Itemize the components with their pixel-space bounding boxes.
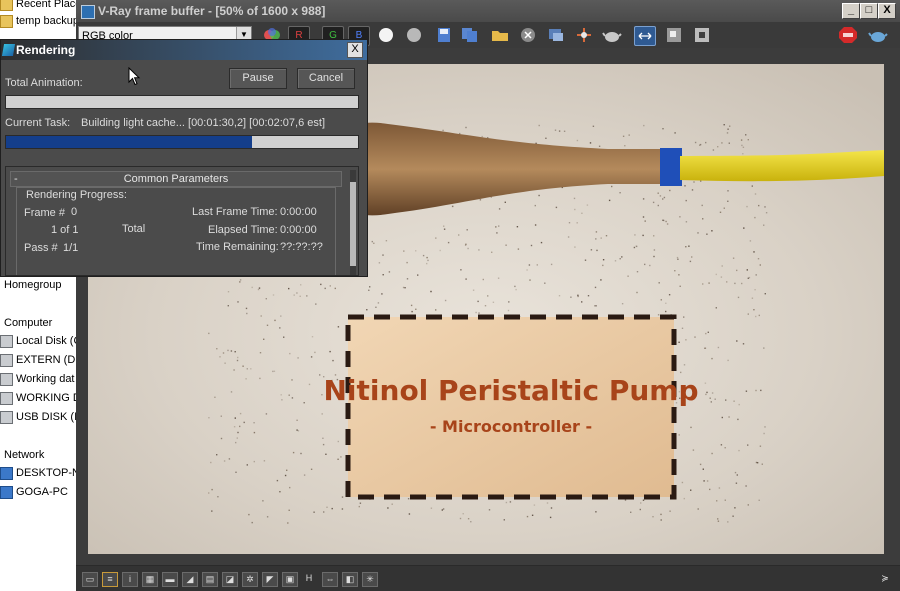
frame-label: Frame #	[24, 207, 65, 219]
task-progress-fill	[6, 136, 253, 148]
drive-icon	[0, 391, 13, 405]
nav-item-network-pc[interactable]: DESKTOP-N	[0, 465, 76, 482]
total-animation-progress	[5, 95, 359, 109]
nav-item-homegroup[interactable]: Homegroup	[4, 277, 61, 294]
nav-item-computer[interactable]: Computer	[4, 315, 52, 332]
rollout-title: Common Parameters	[123, 173, 229, 185]
expand-icon[interactable]: ≽	[878, 572, 892, 585]
sign-title: Nitinol Peristaltic Pump	[324, 374, 699, 407]
nav-item-drive[interactable]: Local Disk (C	[0, 333, 76, 350]
vfb-status-bar: ▭ ≡ i ▦ ▬ ◢ ▤ ◪ ✲ ◤ ▣ H ⇔ ◧ ✳ ≽	[76, 565, 900, 591]
maximize-button[interactable]: □	[860, 3, 878, 19]
nav-item-drive[interactable]: USB DISK (I:	[0, 409, 76, 426]
folder-icon	[0, 0, 13, 11]
time-remaining-label: Time Remaining:	[196, 241, 279, 253]
save-icon[interactable]	[434, 26, 454, 44]
track-mouse-icon[interactable]	[574, 26, 594, 44]
exposure-icon[interactable]: ▤	[202, 572, 218, 587]
vray-app-icon	[81, 5, 95, 19]
frame-value: 0	[71, 206, 78, 218]
dialog-title: Rendering	[16, 43, 76, 57]
render-last-teapot-icon[interactable]	[602, 26, 622, 44]
render-teapot-icon[interactable]	[868, 26, 888, 44]
elapsed-time-value: 0:00:00	[280, 224, 317, 236]
display-icon[interactable]: ▭	[82, 572, 98, 587]
curves-icon[interactable]: ◢	[182, 572, 198, 587]
mouse-cursor-icon	[128, 67, 141, 86]
nav-item-network-pc[interactable]: GOGA-PC	[0, 484, 68, 501]
rollout-scrollbar[interactable]	[350, 170, 356, 275]
stop-render-icon[interactable]	[838, 26, 858, 44]
last-frame-time-label: Last Frame Time:	[192, 206, 278, 218]
save-all-icon[interactable]	[460, 26, 480, 44]
nav-item-temp-backup[interactable]: temp backup	[0, 13, 76, 30]
history-icon[interactable]: ≡	[102, 572, 118, 587]
collapse-toggle[interactable]: -	[14, 172, 18, 186]
time-remaining-value: ??:??:??	[280, 241, 323, 253]
drive-icon	[0, 334, 13, 348]
rollout-header[interactable]: - Common Parameters	[10, 171, 342, 187]
gray-circle-icon[interactable]	[404, 26, 424, 44]
rendering-progress-label: Rendering Progress:	[26, 189, 127, 201]
usb-drive-icon	[0, 410, 13, 424]
scrollbar-thumb[interactable]	[350, 182, 356, 266]
vfb-title-bar[interactable]: V-Ray frame buffer - [50% of 1600 x 988]…	[76, 0, 900, 22]
white-circle-icon[interactable]	[376, 26, 396, 44]
settings-icon[interactable]: ✲	[242, 572, 258, 587]
hsv-button[interactable]: H	[302, 572, 316, 585]
nav-item-drive[interactable]: WORKING D	[0, 390, 76, 407]
rendering-dialog: Rendering X Total Animation: Pause Cance…	[0, 39, 368, 277]
lens-effects-icon[interactable]	[692, 26, 712, 44]
white-balance-icon[interactable]: ◪	[222, 572, 238, 587]
nav-item-network[interactable]: Network	[4, 447, 44, 464]
drive-icon	[0, 353, 13, 367]
folder-icon	[0, 14, 13, 28]
nav-item-recent-places[interactable]: Recent Place	[0, 0, 76, 13]
vfb-window-title: V-Ray frame buffer - [50% of 1600 x 988]	[98, 4, 326, 18]
channel-icon[interactable]: ✳	[362, 572, 378, 587]
frames-count: 1 of 1	[51, 224, 79, 236]
pass-label: Pass #	[24, 242, 58, 254]
open-folder-icon[interactable]	[490, 26, 510, 44]
compare-ab-icon[interactable]	[634, 26, 656, 46]
computer-icon	[0, 466, 13, 480]
pause-button[interactable]: Pause	[229, 68, 287, 89]
dialog-close-button[interactable]: X	[347, 42, 363, 58]
dialog-title-bar[interactable]: Rendering X	[1, 40, 367, 60]
computer-icon	[0, 485, 13, 499]
split-icon[interactable]: ◧	[342, 572, 358, 587]
ocio-icon[interactable]: ▣	[282, 572, 298, 587]
color-correction-icon[interactable]: ▦	[142, 572, 158, 587]
current-task-text: Building light cache... [00:01:30,2] [00…	[81, 117, 326, 129]
clear-image-icon[interactable]	[518, 26, 538, 44]
current-task-label: Current Task:	[5, 117, 71, 129]
drive-icon	[0, 372, 13, 386]
region-render-icon[interactable]	[664, 26, 684, 44]
close-button[interactable]: X	[878, 3, 896, 19]
vray-app-icon	[1, 44, 16, 56]
common-parameters-rollout: - Common Parameters Rendering Progress: …	[5, 166, 359, 276]
levels-icon[interactable]: ▬	[162, 572, 178, 587]
current-task-progress	[5, 135, 359, 149]
cancel-button[interactable]: Cancel	[297, 68, 355, 89]
elapsed-time-label: Elapsed Time:	[208, 224, 278, 236]
pass-value: 1/1	[63, 242, 79, 254]
last-frame-time-value: 0:00:00	[280, 206, 317, 218]
total-label: Total	[122, 223, 146, 235]
compare-icon[interactable]: ⇔	[322, 572, 338, 587]
minimize-button[interactable]: _	[842, 3, 860, 19]
nav-item-drive[interactable]: EXTERN (D:)	[0, 352, 76, 369]
total-animation-label: Total Animation:	[5, 77, 83, 89]
lut-icon[interactable]: ◤	[262, 572, 278, 587]
duplicate-to-max-icon[interactable]	[546, 26, 566, 44]
info-icon[interactable]: i	[122, 572, 138, 587]
nav-item-drive[interactable]: Working dat	[0, 371, 75, 388]
sign-subtitle: - Microcontroller -	[430, 417, 592, 436]
